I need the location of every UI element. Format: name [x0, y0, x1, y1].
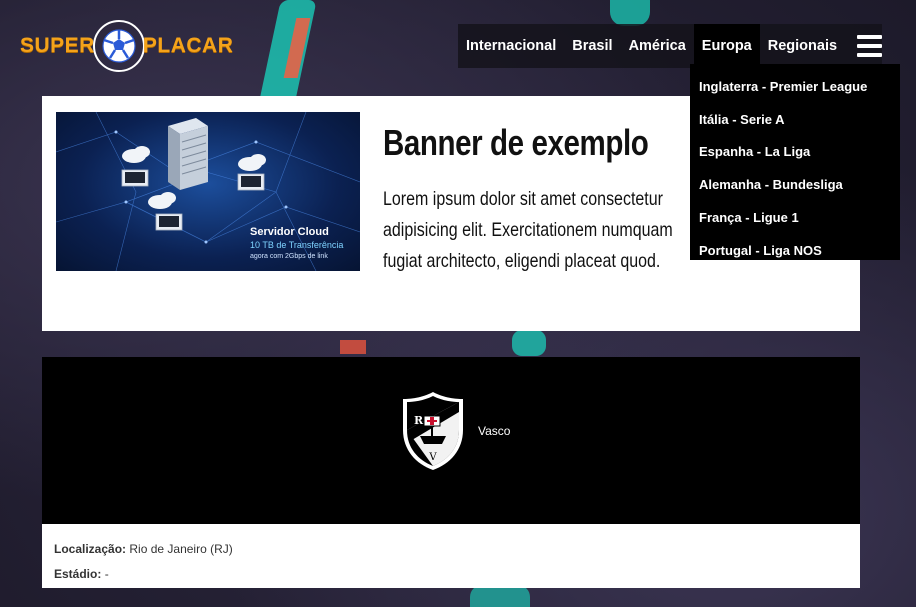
menu-item-liga-nos[interactable]: Portugal - Liga NOS	[690, 234, 900, 267]
nav-item-internacional[interactable]: Internacional	[458, 24, 564, 68]
nav-item-europa[interactable]: Europa	[693, 24, 760, 68]
vasco-crest-icon: R V	[403, 392, 463, 470]
banner-image-caption-sub: 10 TB de Transferência	[250, 240, 344, 250]
stadium-row: Estádio: -	[54, 562, 860, 587]
logo-word-right: PLACAR	[142, 34, 234, 57]
main-nav: Internacional Brasil América Europa Regi…	[458, 24, 882, 68]
svg-text:V: V	[428, 452, 437, 463]
background-stripe	[283, 18, 311, 78]
menu-item-la-liga[interactable]: Espanha - La Liga	[690, 136, 900, 169]
cloud-server-banner-image[interactable]: Servidor Cloud 10 TB de Transferência ag…	[56, 112, 360, 271]
background-stripe	[512, 330, 546, 356]
nav-item-america[interactable]: América	[621, 24, 694, 68]
banner-text: Lorem ipsum dolor sit amet consectetur a…	[383, 188, 673, 272]
svg-text:R: R	[414, 414, 424, 427]
banner-image-caption-title: Servidor Cloud	[250, 226, 329, 238]
location-label: Localização:	[54, 542, 127, 556]
stadium-value: -	[104, 567, 109, 581]
team-name: Vasco	[478, 424, 511, 438]
hamburger-menu-icon[interactable]	[857, 35, 882, 57]
background-stripe	[340, 340, 366, 354]
europa-dropdown-menu: Inglaterra - Premier League Itália - Ser…	[690, 64, 900, 260]
menu-item-ligue-1[interactable]: França - Ligue 1	[690, 201, 900, 234]
background-stripe	[610, 0, 650, 26]
location-row: Localização: Rio de Janeiro (RJ)	[54, 537, 860, 562]
menu-item-serie-a[interactable]: Itália - Serie A	[690, 103, 900, 136]
menu-item-premier-league[interactable]: Inglaterra - Premier League	[690, 70, 900, 103]
menu-item-bundesliga[interactable]: Alemanha - Bundesliga	[690, 168, 900, 201]
nav-item-regionais[interactable]: Regionais	[760, 24, 845, 68]
background-stripe	[470, 585, 530, 607]
location-value: Rio de Janeiro (RJ)	[129, 542, 233, 556]
banner-image-caption-small: agora com 2Gbps de link	[250, 253, 328, 260]
team-info: Localização: Rio de Janeiro (RJ) Estádio…	[42, 524, 860, 588]
team-card: R V Vasco	[42, 357, 860, 524]
soccer-ball-icon	[92, 20, 145, 72]
site-logo[interactable]: SUPER PLACAR	[20, 20, 233, 72]
banner-title: Banner de exemplo	[383, 122, 649, 163]
nav-item-brasil[interactable]: Brasil	[564, 24, 620, 68]
stadium-label: Estádio:	[54, 567, 102, 581]
logo-word-left: SUPER	[20, 34, 95, 57]
